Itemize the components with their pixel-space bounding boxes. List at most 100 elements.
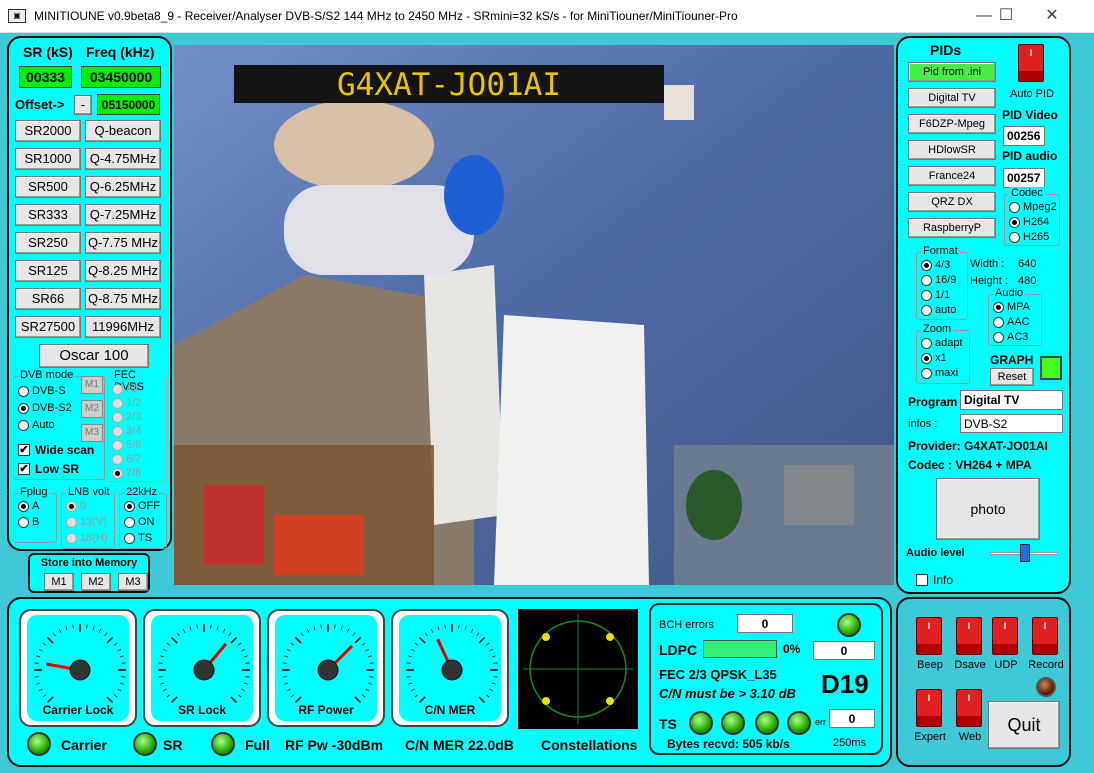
sr-preset-button[interactable]: SR1000 [15, 148, 81, 170]
freq-preset-button[interactable]: Q-7.25MHz [85, 204, 161, 226]
zoom-radio-dot [921, 367, 932, 379]
sr-preset-button[interactable]: SR27500 [15, 316, 81, 338]
infos-field[interactable]: DVB-S2 [960, 414, 1063, 433]
freq-preset-button[interactable]: Q-beacon [85, 120, 161, 142]
toggle-switch-label: Beep [917, 659, 943, 671]
quit-button[interactable]: Quit [988, 701, 1060, 749]
format-radio-3[interactable]: auto [921, 304, 956, 316]
fplug-radio-dot [18, 516, 29, 528]
constellation-display [518, 609, 638, 729]
lnb-volt-title: LNB volt [66, 486, 112, 498]
pid-preset-button[interactable]: HDlowSR [908, 140, 996, 160]
maximize-button[interactable]: ☐ [984, 4, 1028, 28]
height-value: 480 [1018, 275, 1037, 287]
pids-title: PIDs [930, 42, 962, 58]
freq-preset-button[interactable]: Q-7.75 MHz [85, 232, 161, 254]
freq-preset-button[interactable]: Q-4.75MHz [85, 148, 161, 170]
fec-radio-4: 5/6 [112, 439, 141, 451]
sr-preset-button[interactable]: SR2000 [15, 120, 81, 142]
k22-radio-0[interactable]: OFF [124, 500, 160, 512]
store-memory-button[interactable]: M2 [81, 573, 111, 591]
toggle-switch[interactable] [956, 617, 982, 655]
codec-radio-0[interactable]: Mpeg2 [1009, 201, 1057, 213]
dvb-mode-radio-dot [18, 385, 29, 397]
gauge-0: Carrier Lock [19, 609, 137, 727]
freq-label: Freq (kHz) [86, 44, 155, 60]
infos-label: infos : [908, 418, 938, 430]
pid-audio-field[interactable]: 00257 [1003, 168, 1045, 188]
toggle-switch[interactable] [956, 689, 982, 727]
sr-preset-button[interactable]: SR333 [15, 204, 81, 226]
switches-panel: Beep Dsave UDP Record Expert Web Quit [896, 597, 1071, 767]
sr-value-field[interactable]: 00333 [19, 66, 72, 88]
wide-scan-checkbox[interactable]: ✔ Wide scan [18, 443, 94, 457]
codec-radio-2[interactable]: H265 [1009, 231, 1049, 243]
format-radio-0[interactable]: 4/3 [921, 259, 950, 271]
sr-preset-button[interactable]: SR250 [15, 232, 81, 254]
k22-radio-2[interactable]: TS [124, 532, 152, 544]
audio-codec-radio-1[interactable]: AAC [993, 316, 1030, 328]
toggle-switch-label: Record [1028, 659, 1064, 671]
sr-preset-button[interactable]: SR66 [15, 288, 81, 310]
audio-codec-radio-2[interactable]: AC3 [993, 331, 1028, 343]
audio-codec-radio-label: AAC [1007, 316, 1030, 328]
ts-led-1 [689, 711, 713, 735]
toggle-switch[interactable] [992, 617, 1018, 655]
pid-preset-button[interactable]: RaspberryP [908, 218, 996, 238]
toggle-switch[interactable] [916, 689, 942, 727]
dvb-mode-radio-0[interactable]: DVB-S [18, 385, 66, 397]
window-title: MINITIOUNE v0.9beta8_9 - Receiver/Analys… [34, 9, 738, 23]
freq-preset-button[interactable]: 11996MHz [85, 316, 161, 338]
toggle-switch[interactable] [916, 617, 942, 655]
store-memory-button[interactable]: M3 [118, 573, 148, 591]
ts-led-2 [721, 711, 745, 735]
fec-radio-dot [112, 425, 123, 437]
format-radio-1[interactable]: 16/9 [921, 274, 956, 286]
audio-level-thumb[interactable] [1020, 544, 1030, 562]
sr-preset-button[interactable]: SR500 [15, 176, 81, 198]
pid-preset-button[interactable]: Pid from .ini [908, 62, 996, 82]
codec-radio-1[interactable]: H264 [1009, 216, 1049, 228]
offset-value-field[interactable]: 05150000 [97, 94, 160, 115]
pid-video-field[interactable]: 00256 [1003, 126, 1045, 146]
zoom-radio-2[interactable]: maxi [921, 367, 958, 379]
pid-preset-button[interactable]: France24 [908, 166, 996, 186]
freq-preset-button[interactable]: Q-8.25 MHz [85, 260, 161, 282]
audio-codec-radio-0[interactable]: MPA [993, 301, 1030, 313]
fplug-radio-0[interactable]: A [18, 500, 39, 512]
fec-radio-1: 1/2 [112, 397, 141, 409]
format-radio-label: auto [935, 304, 957, 316]
close-button[interactable]: ✕ [1030, 4, 1074, 28]
zoom-radio-1[interactable]: x1 [921, 352, 947, 364]
zoom-radio-0[interactable]: adapt [921, 337, 963, 349]
oscar-100-button[interactable]: Oscar 100 [39, 344, 149, 368]
ldpc-label: LDPC [659, 642, 698, 658]
format-radio-label: 4/3 [935, 259, 951, 271]
graph-reset-button[interactable]: Reset [990, 368, 1034, 386]
program-field[interactable]: Digital TV [960, 390, 1063, 410]
dvb-mode-radio-1[interactable]: DVB-S2 [18, 402, 72, 414]
zoom-radio-dot [921, 352, 932, 364]
k22-radio-1[interactable]: ON [124, 516, 155, 528]
width-label: Width : [970, 258, 1005, 270]
photo-button[interactable]: photo [936, 478, 1040, 540]
format-radio-dot [921, 259, 932, 271]
offset-sign-button[interactable]: - [74, 95, 92, 115]
pid-preset-button[interactable]: QRZ DX [908, 192, 996, 212]
graph-indicator[interactable] [1040, 356, 1062, 380]
pid-preset-button[interactable]: Digital TV [908, 88, 996, 108]
low-sr-checkbox[interactable]: ✔ Low SR [18, 462, 79, 476]
freq-preset-button[interactable]: Q-8.75 MHz [85, 288, 161, 310]
toggle-switch[interactable] [1032, 617, 1058, 655]
constellations-label: Constellations [541, 737, 638, 753]
pid-preset-button[interactable]: F6DZP-Mpeg [908, 114, 996, 134]
freq-value-field[interactable]: 03450000 [81, 66, 161, 88]
store-memory-button[interactable]: M1 [44, 573, 74, 591]
info-checkbox[interactable]: Info [916, 573, 953, 587]
dvb-mode-radio-2[interactable]: Auto [18, 419, 55, 431]
fplug-radio-1[interactable]: B [18, 516, 39, 528]
auto-pid-switch[interactable] [1018, 44, 1044, 82]
sr-preset-button[interactable]: SR125 [15, 260, 81, 282]
freq-preset-button[interactable]: Q-6.25MHz [85, 176, 161, 198]
format-radio-2[interactable]: 1/1 [921, 289, 950, 301]
